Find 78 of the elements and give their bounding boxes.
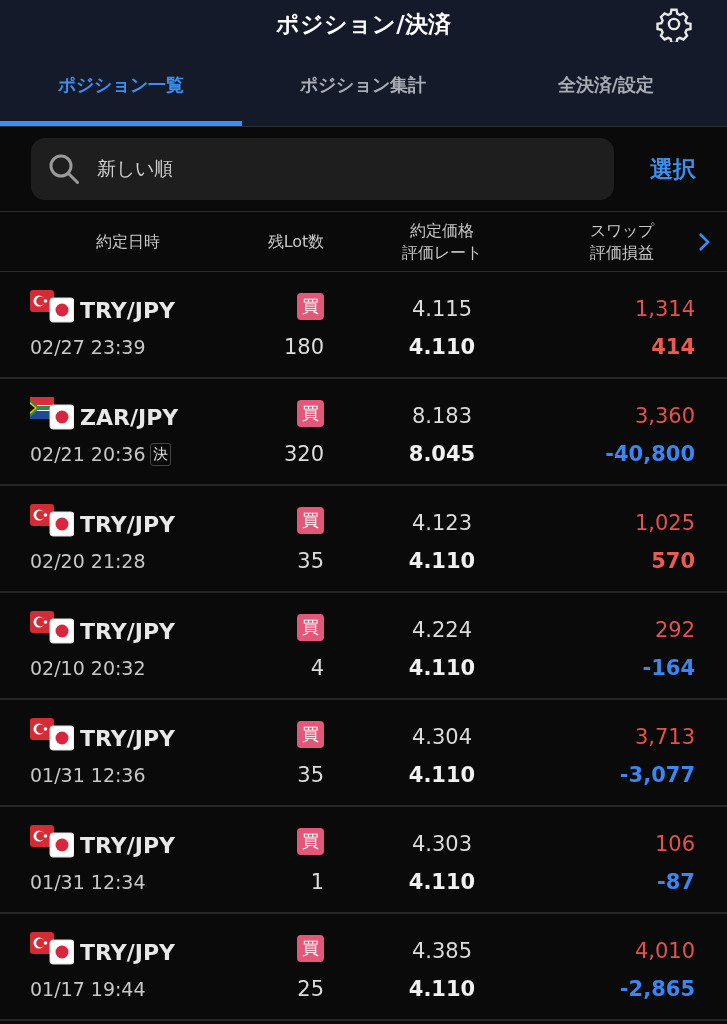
swap-value: 1,314 <box>634 296 695 323</box>
swap-value: 106 <box>654 831 695 858</box>
trade-price: 8.183 <box>411 403 473 430</box>
valuation-rate: 4.110 <box>408 548 476 575</box>
trade-datetime: 01/17 19:44 <box>30 978 146 1000</box>
trade-datetime: 02/20 21:28 <box>30 550 146 572</box>
trade-datetime: 01/31 12:36 <box>30 764 146 786</box>
trade-datetime: 01/31 12:34 <box>30 871 146 893</box>
profit-loss: -87 <box>657 869 695 896</box>
settings-icon[interactable] <box>656 6 692 42</box>
select-button[interactable]: 選択 <box>650 153 696 185</box>
settle-badge: 決 <box>149 442 171 466</box>
swap-value: 1,025 <box>634 510 695 537</box>
currency-flags-icon <box>30 932 74 966</box>
chevron-right-icon[interactable] <box>697 230 711 253</box>
profit-loss: -164 <box>642 655 695 682</box>
trade-datetime: 02/27 23:39 <box>30 336 146 358</box>
buy-badge: 買 <box>297 507 324 534</box>
lot-count: 4 <box>310 655 324 682</box>
swap-value: 292 <box>654 617 695 644</box>
lot-count: 25 <box>297 976 324 1003</box>
buy-badge: 買 <box>297 614 324 641</box>
valuation-rate: 8.045 <box>408 441 476 468</box>
currency-pair: TRY/JPY <box>80 621 175 643</box>
currency-pair: TRY/JPY <box>80 300 175 322</box>
swap-value: 3,360 <box>634 403 695 430</box>
tab[interactable]: ポジション一覧 <box>0 48 243 126</box>
currency-pair: TRY/JPY <box>80 835 175 857</box>
buy-badge: 買 <box>297 293 324 320</box>
currency-pair: ZAR/JPY <box>80 407 179 429</box>
lot-count: 180 <box>283 334 324 361</box>
trade-price: 4.123 <box>411 510 473 537</box>
profit-loss: -2,865 <box>619 976 695 1003</box>
currency-flags-icon <box>30 611 74 645</box>
currency-flags-icon <box>30 397 74 431</box>
column-header: 残Lot数 <box>266 230 326 253</box>
trade-price: 4.115 <box>411 296 473 323</box>
lot-count: 35 <box>297 548 324 575</box>
currency-pair: TRY/JPY <box>80 728 175 750</box>
profit-loss: -40,800 <box>605 441 695 468</box>
column-header: スワップ 評価損益 <box>589 219 656 264</box>
profit-loss: -3,077 <box>619 762 695 789</box>
currency-flags-icon <box>30 290 74 324</box>
currency-flags-icon <box>30 718 74 752</box>
trade-datetime: 02/21 20:36 <box>30 443 146 465</box>
buy-badge: 買 <box>297 828 324 855</box>
lot-count: 35 <box>297 762 324 789</box>
currency-pair: TRY/JPY <box>80 514 175 536</box>
currency-flags-icon <box>30 504 74 538</box>
valuation-rate: 4.110 <box>408 976 476 1003</box>
profit-loss: 570 <box>651 548 695 575</box>
swap-value: 3,713 <box>634 724 695 751</box>
column-header: 約定日時 <box>94 230 161 253</box>
lot-count: 320 <box>283 441 324 468</box>
trade-datetime: 02/10 20:32 <box>30 657 146 679</box>
buy-badge: 買 <box>297 935 324 962</box>
valuation-rate: 4.110 <box>408 655 476 682</box>
currency-flags-icon <box>30 825 74 859</box>
buy-badge: 買 <box>297 721 324 748</box>
lot-count: 1 <box>310 869 324 896</box>
trade-price: 4.224 <box>411 617 473 644</box>
sort-field[interactable]: 新しい順 <box>31 138 614 200</box>
trade-price: 4.304 <box>411 724 473 751</box>
valuation-rate: 4.110 <box>408 762 476 789</box>
column-header: 約定価格 評価レート <box>401 219 483 264</box>
profit-loss: 414 <box>651 334 695 361</box>
screen-title: ポジション/決済 <box>276 9 451 39</box>
tab[interactable]: 全決済/設定 <box>484 48 727 126</box>
valuation-rate: 4.110 <box>408 869 476 896</box>
swap-value: 4,010 <box>634 938 695 965</box>
search-icon <box>47 152 81 186</box>
currency-pair: TRY/JPY <box>80 942 175 964</box>
trade-price: 4.303 <box>411 831 473 858</box>
tab[interactable]: ポジション集計 <box>242 48 485 126</box>
trade-price: 4.385 <box>411 938 473 965</box>
valuation-rate: 4.110 <box>408 334 476 361</box>
buy-badge: 買 <box>297 400 324 427</box>
sort-order-text: 新しい順 <box>97 156 173 181</box>
